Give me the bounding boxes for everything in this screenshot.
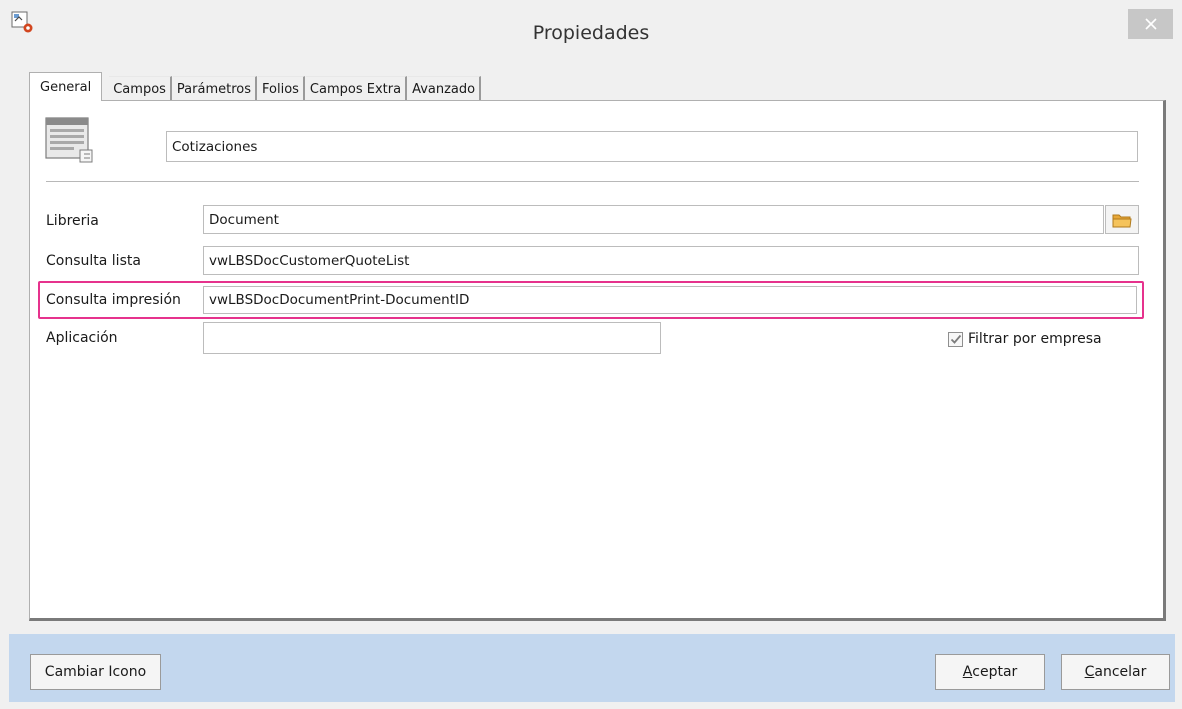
form-window-icon xyxy=(45,117,93,163)
tab-strip: General Campos Parámetros Folios Campos … xyxy=(29,72,482,101)
tab-avanzado[interactable]: Avanzado xyxy=(408,76,482,101)
accept-label-rest: ceptar xyxy=(972,664,1018,680)
general-tab-panel xyxy=(29,100,1166,621)
cancel-label-rest: ancelar xyxy=(1094,664,1147,680)
tab-campos[interactable]: Campos xyxy=(109,76,172,101)
libreria-label: Libreria xyxy=(46,213,99,229)
consulta-impresion-input[interactable]: vwLBSDocDocumentPrint-DocumentID xyxy=(203,286,1137,314)
filtrar-por-empresa-checkbox[interactable] xyxy=(948,331,963,347)
properties-dialog: Propiedades General Campos Parámetros Fo… xyxy=(0,0,1182,709)
aplicacion-label: Aplicación xyxy=(46,330,118,346)
libreria-input[interactable]: Document xyxy=(203,205,1104,234)
accept-mnemonic: A xyxy=(962,664,973,680)
change-icon-button[interactable]: Cambiar Icono xyxy=(30,654,161,690)
close-button[interactable] xyxy=(1128,9,1173,39)
filtrar-por-empresa-option[interactable]: Filtrar por empresa xyxy=(948,331,1102,347)
tab-campos-extra[interactable]: Campos Extra xyxy=(305,76,408,101)
close-icon xyxy=(1144,18,1157,30)
divider xyxy=(46,181,1139,182)
document-name-input[interactable]: Cotizaciones xyxy=(166,131,1138,162)
consulta-lista-label: Consulta lista xyxy=(46,253,141,269)
accept-button[interactable]: Aceptar xyxy=(935,654,1045,690)
libreria-browse-button[interactable] xyxy=(1105,205,1139,234)
cancel-button[interactable]: Cancelar xyxy=(1061,654,1170,690)
consulta-impresion-label: Consulta impresión xyxy=(46,292,181,308)
cancel-mnemonic: C xyxy=(1084,664,1095,680)
tab-parametros[interactable]: Parámetros xyxy=(172,76,257,101)
tab-general[interactable]: General xyxy=(29,72,103,101)
filtrar-por-empresa-label: Filtrar por empresa xyxy=(968,331,1102,347)
tab-folios[interactable]: Folios xyxy=(258,76,305,101)
consulta-lista-input[interactable]: vwLBSDocCustomerQuoteList xyxy=(203,246,1139,275)
aplicacion-input[interactable] xyxy=(203,322,661,354)
checkmark-icon xyxy=(950,334,961,344)
folder-icon xyxy=(1112,214,1132,227)
title-bar: Propiedades xyxy=(0,0,1182,64)
window-title: Propiedades xyxy=(532,22,650,44)
